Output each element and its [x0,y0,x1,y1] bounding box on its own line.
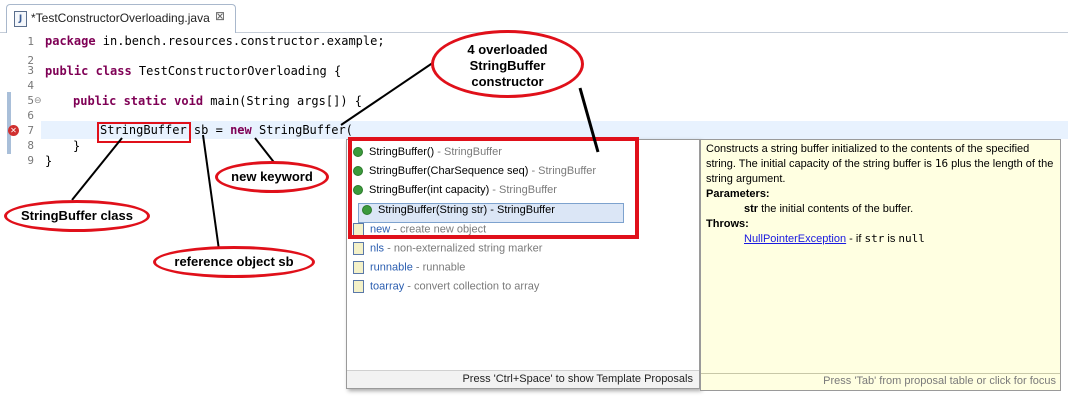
new-keyword-callout: new keyword [215,161,329,193]
connector-line [202,134,220,251]
connector-line [71,137,123,201]
overloaded-constructor-callout: 4 overloaded StringBuffer constructor [431,30,584,98]
connector-line [340,59,438,126]
stringbuffer-class-callout: StringBuffer class [4,200,150,232]
reference-object-callout: reference object sb [153,246,315,278]
connector-line [578,87,600,153]
